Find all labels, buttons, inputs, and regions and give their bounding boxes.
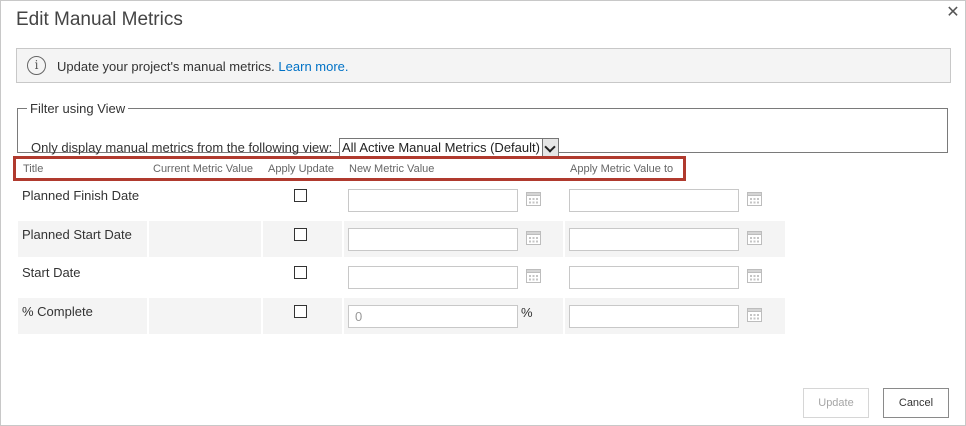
close-icon[interactable]: ✕: [945, 5, 961, 21]
apply-to-input[interactable]: [569, 266, 739, 289]
table-row: Planned Start Date: [18, 221, 785, 257]
header-title: Title: [23, 163, 44, 175]
view-dropdown-value: All Active Manual Metrics (Default): [342, 140, 540, 155]
new-value-input[interactable]: [348, 266, 518, 289]
apply-to-input[interactable]: [569, 189, 739, 212]
header-new-value: New Metric Value: [349, 163, 435, 175]
calendar-icon[interactable]: [747, 231, 762, 245]
apply-to-input[interactable]: [569, 305, 739, 328]
header-apply-update: Apply Update: [268, 163, 335, 175]
apply-update-checkbox[interactable]: [294, 266, 307, 279]
chevron-down-icon[interactable]: [542, 139, 558, 156]
new-value-input[interactable]: [348, 305, 518, 328]
row-title: Start Date: [22, 265, 81, 280]
update-button[interactable]: Update: [803, 388, 869, 418]
info-message: Update your project's manual metrics. Le…: [57, 59, 349, 74]
filter-legend: Filter using View: [30, 101, 126, 116]
header-current-value: Current Metric Value: [153, 163, 254, 175]
apply-update-checkbox[interactable]: [294, 228, 307, 241]
dialog-title: Edit Manual Metrics: [16, 9, 183, 30]
calendar-icon[interactable]: [747, 192, 762, 206]
new-value-input[interactable]: [348, 228, 518, 251]
table-row: % Complete %: [18, 298, 785, 334]
apply-update-checkbox[interactable]: [294, 189, 307, 202]
learn-more-link[interactable]: Learn more.: [278, 59, 348, 74]
info-bar: i Update your project's manual metrics. …: [16, 48, 951, 83]
new-value-input[interactable]: [348, 189, 518, 212]
calendar-icon[interactable]: [747, 269, 762, 283]
calendar-icon[interactable]: [526, 231, 541, 245]
row-title: Planned Finish Date: [22, 188, 140, 203]
calendar-icon[interactable]: [526, 192, 541, 206]
row-title: Planned Start Date: [22, 227, 132, 242]
calendar-icon[interactable]: [747, 308, 762, 322]
view-dropdown[interactable]: All Active Manual Metrics (Default): [339, 138, 559, 157]
filter-group: Filter using View Only display manual me…: [17, 101, 948, 157]
header-apply-to: Apply Metric Value to: [570, 163, 674, 175]
cancel-button[interactable]: Cancel: [883, 388, 949, 418]
row-title: % Complete: [22, 304, 93, 319]
apply-update-checkbox[interactable]: [294, 305, 307, 318]
table-row: Planned Finish Date: [18, 182, 785, 218]
info-circle-icon: i: [27, 56, 46, 75]
edit-manual-metrics-dialog: Edit Manual Metrics ✕ i Update your proj…: [0, 0, 966, 426]
info-text: Update your project's manual metrics.: [57, 59, 275, 74]
apply-to-input[interactable]: [569, 228, 739, 251]
percent-unit: %: [521, 305, 533, 320]
table-header: Title Current Metric Value Apply Update …: [16, 158, 686, 180]
table-row: Start Date: [18, 259, 785, 295]
filter-label: Only display manual metrics from the fol…: [31, 140, 333, 155]
calendar-icon[interactable]: [526, 269, 541, 283]
